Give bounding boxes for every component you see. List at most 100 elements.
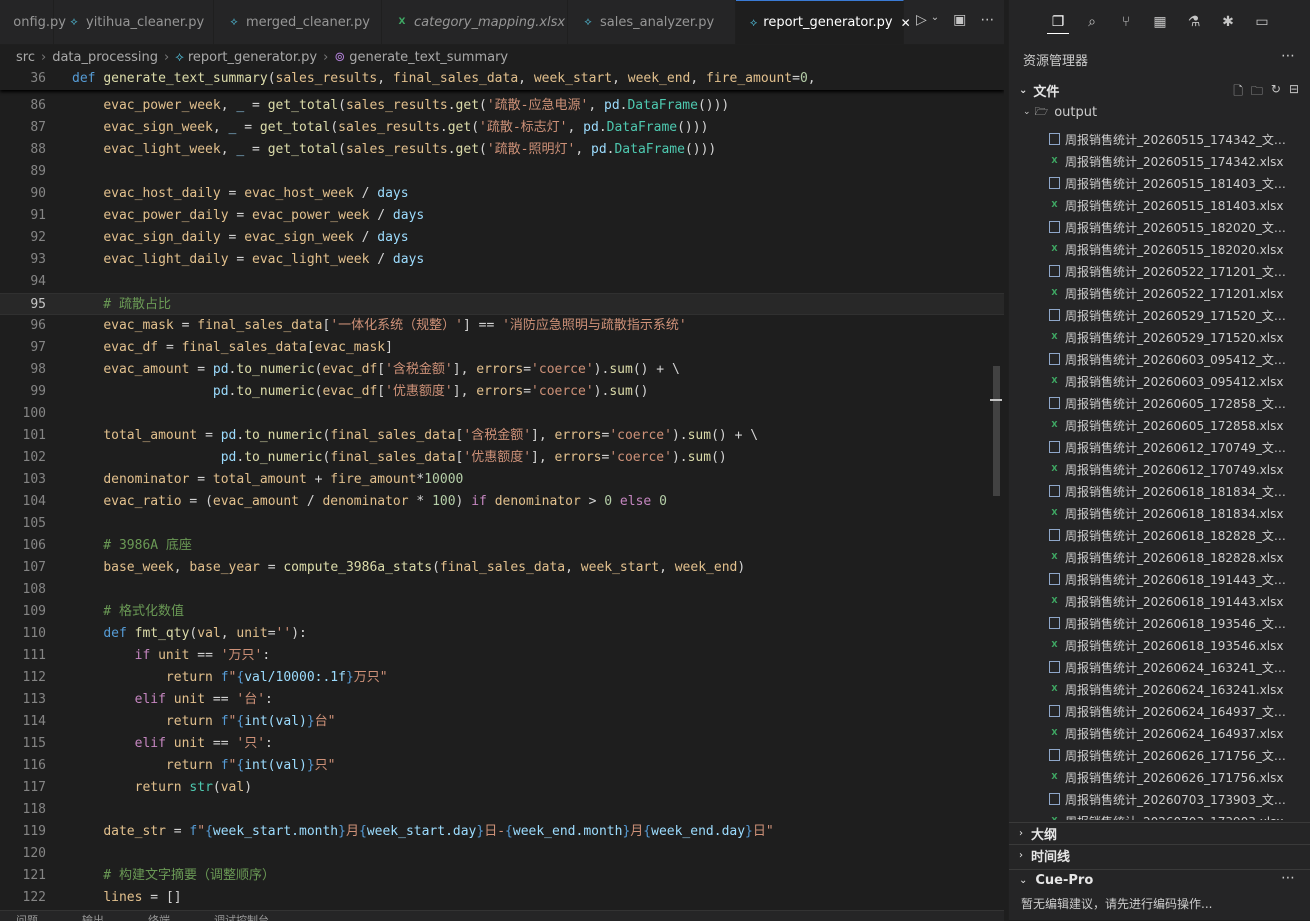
file-list-item[interactable]: 周报销售统计_20260618_182828_文字... (1009, 524, 1310, 546)
code-line[interactable]: 113 elif unit == '台': (0, 689, 1004, 711)
code-line[interactable]: 118 (0, 799, 1004, 821)
code-line[interactable]: 111 if unit == '万只': (0, 645, 1004, 667)
code-line[interactable]: 116 return f"{int(val)}只" (0, 755, 1004, 777)
code-line[interactable]: 121 # 构建文字摘要（调整顺序） (0, 865, 1004, 887)
file-list-item[interactable]: X 周报销售统计_20260522_171201.xlsx (1009, 282, 1310, 304)
code-line[interactable]: 120 (0, 843, 1004, 865)
code-line[interactable]: 98 evac_amount = pd.to_numeric(evac_df['… (0, 359, 1004, 381)
file-list-item[interactable]: 周报销售统计_20260605_172858_文字... (1009, 392, 1310, 414)
file-list-item[interactable]: 周报销售统计_20260515_181403_文字... (1009, 172, 1310, 194)
file-list-item[interactable]: X 周报销售统计_20260618_193546.xlsx (1009, 634, 1310, 656)
refresh-icon[interactable]: ↻ (1271, 82, 1281, 103)
tab-0[interactable]: ⟡onfig.py (0, 0, 66, 44)
code-line[interactable]: 97 evac_df = final_sales_data[evac_mask] (0, 337, 1004, 359)
file-list-item[interactable]: X 周报销售统计_20260626_171756.xlsx (1009, 766, 1310, 788)
code-line[interactable]: 109 # 格式化数值 (0, 601, 1004, 623)
code-line[interactable]: 107 base_week, base_year = compute_3986a… (0, 557, 1004, 579)
code-line[interactable]: 96 evac_mask = final_sales_data['一体化系统（规… (0, 315, 1004, 337)
file-list-item[interactable]: 周报销售统计_20260626_171756_文字... (1009, 744, 1310, 766)
file-list-item[interactable]: X 周报销售统计_20260515_174342.xlsx (1009, 150, 1310, 172)
new-folder-icon[interactable]: 🗀 (1251, 82, 1263, 103)
code-line[interactable]: 36 def generate_text_summary(sales_result… (0, 68, 1004, 90)
file-list-item[interactable]: X 周报销售统计_20260529_171520.xlsx (1009, 326, 1310, 348)
code-line[interactable]: 101 total_amount = pd.to_numeric(final_s… (0, 425, 1004, 447)
code-line[interactable]: 102 pd.to_numeric(final_sales_data['优惠额度… (0, 447, 1004, 469)
code-line[interactable]: 99 pd.to_numeric(evac_df['优惠额度'], errors… (0, 381, 1004, 403)
code-line[interactable]: 103 denominator = total_amount + fire_am… (0, 469, 1004, 491)
code-line[interactable]: 122 lines = [] (0, 887, 1004, 909)
file-list-item[interactable]: X 周报销售统计_20260624_163241.xlsx (1009, 678, 1310, 700)
code-line[interactable]: 112 return f"{val/10000:.1f}万只" (0, 667, 1004, 689)
code-line[interactable]: 90 evac_host_daily = evac_host_week / da… (0, 183, 1004, 205)
file-list-item[interactable]: X 周报销售统计_20260612_170749.xlsx (1009, 458, 1310, 480)
code-line[interactable]: 93 evac_light_daily = evac_light_week / … (0, 249, 1004, 271)
code-line[interactable]: 88 evac_light_week, _ = get_total(sales_… (0, 139, 1004, 161)
code-line[interactable]: 106 # 3986A 底座 (0, 535, 1004, 557)
file-list-item[interactable]: 周报销售统计_20260529_171520_文字... (1009, 304, 1310, 326)
file-list-item[interactable]: 周报销售统计_20260618_193546_文字... (1009, 612, 1310, 634)
file-list-item[interactable]: X 周报销售统计_20260618_181834.xlsx (1009, 502, 1310, 524)
file-list-item[interactable]: X 周报销售统计_20260605_172858.xlsx (1009, 414, 1310, 436)
file-list-item[interactable]: 周报销售统计_20260522_171201_文字... (1009, 260, 1310, 282)
tab-3[interactable]: Xcategory_mapping.xlsx (382, 0, 568, 44)
extensions-icon[interactable]: ▦ (1149, 11, 1171, 33)
source-control-icon[interactable]: ⑂ (1115, 11, 1137, 33)
file-list-item[interactable]: 周报销售统计_20260624_164937_文字... (1009, 700, 1310, 722)
more-icon[interactable]: ⋯ (1281, 870, 1295, 886)
timeline-section-header[interactable]: › 时间线 (1009, 844, 1310, 866)
debug-bug-icon[interactable]: ✱ (1217, 11, 1239, 33)
file-list-item[interactable]: X 周报销售统计_20260703_173903.xlsx (1009, 810, 1310, 821)
explorer-files-icon[interactable]: ❐ (1047, 11, 1069, 34)
code-line[interactable]: 119 date_str = f"{week_start.month}月{wee… (0, 821, 1004, 843)
code-line[interactable]: 92 evac_sign_daily = evac_sign_week / da… (0, 227, 1004, 249)
more-icon[interactable]: ⋯ (1281, 48, 1295, 64)
code-line[interactable]: 114 return f"{int(val)}台" (0, 711, 1004, 733)
file-list-item[interactable]: X 周报销售统计_20260515_182020.xlsx (1009, 238, 1310, 260)
file-list-item[interactable]: 周报销售统计_20260515_182020_文字... (1009, 216, 1310, 238)
code-line[interactable]: 94 (0, 271, 1004, 293)
file-list-item[interactable]: X 周报销售统计_20260603_095412.xlsx (1009, 370, 1310, 392)
file-list-item[interactable]: X 周报销售统计_20260618_182828.xlsx (1009, 546, 1310, 568)
outline-section-header[interactable]: › 大纲 (1009, 822, 1310, 844)
run-icon[interactable]: ▷ (916, 12, 927, 28)
tab-2[interactable]: ⟡ merged_cleaner.py (214, 0, 382, 44)
tab-1[interactable]: ⟡ yitihua_cleaner.py (54, 0, 214, 44)
code-line[interactable]: 86 evac_power_week, _ = get_total(sales_… (0, 95, 1004, 117)
tab-4[interactable]: ⟡ sales_analyzer.py (568, 0, 736, 44)
file-list-item[interactable]: 周报销售统计_20260612_170749_文字... (1009, 436, 1310, 458)
file-list-item[interactable]: X 周报销售统计_20260515_181403.xlsx (1009, 194, 1310, 216)
code-editor[interactable]: 36 def generate_text_summary(sales_result… (0, 68, 1004, 910)
tab-5[interactable]: ⟡ report_generator.py ✕ (736, 0, 911, 44)
search-icon[interactable]: ⌕ (1081, 11, 1103, 33)
code-line[interactable]: 105 (0, 513, 1004, 535)
code-line[interactable]: 110 def fmt_qty(val, unit=''): (0, 623, 1004, 645)
testing-flask-icon[interactable]: ⚗ (1183, 11, 1205, 33)
file-list-item[interactable]: 周报销售统计_20260618_181834_文字... (1009, 480, 1310, 502)
code-line[interactable]: 104 evac_ratio = (evac_amount / denomina… (0, 491, 1004, 513)
code-line[interactable]: 95 # 疏散占比 (0, 293, 1004, 315)
file-list-item[interactable]: 周报销售统计_20260603_095412_文字... (1009, 348, 1310, 370)
chevron-down-icon[interactable]: ⌄ (931, 12, 939, 28)
code-line[interactable]: 117 return str(val) (0, 777, 1004, 799)
file-list-item[interactable]: X 周报销售统计_20260618_191443.xlsx (1009, 590, 1310, 612)
breadcrumb-item-symbol[interactable]: generate_text_summary (349, 50, 508, 65)
editor-scrollbar[interactable] (993, 366, 1000, 496)
folder-output[interactable]: ⌄ 🗁 output (1009, 102, 1310, 122)
cue-pro-section-header[interactable]: ⌄ Cue-Pro (1009, 869, 1310, 891)
breadcrumb-item-src[interactable]: src (16, 50, 35, 65)
remote-monitor-icon[interactable]: ▭ (1251, 11, 1273, 33)
code-line[interactable]: 87 evac_sign_week, _ = get_total(sales_r… (0, 117, 1004, 139)
new-file-icon[interactable]: 🗋 (1233, 82, 1243, 103)
breadcrumb-item-file[interactable]: report_generator.py (188, 50, 317, 65)
code-line[interactable]: 89 (0, 161, 1004, 183)
breadcrumb-item-folder[interactable]: data_processing (52, 50, 158, 65)
code-line[interactable]: 108 (0, 579, 1004, 601)
file-list-item[interactable]: 周报销售统计_20260624_163241_文字... (1009, 656, 1310, 678)
close-icon[interactable]: ✕ (901, 16, 911, 30)
code-line[interactable]: 100 (0, 403, 1004, 425)
file-list-item[interactable]: X 周报销售统计_20260624_164937.xlsx (1009, 722, 1310, 744)
file-list-item[interactable]: 周报销售统计_20260618_191443_文字... (1009, 568, 1310, 590)
file-list-item[interactable]: 周报销售统计_20260515_174342_文字... (1009, 128, 1310, 150)
collapse-all-icon[interactable]: ⊟ (1289, 82, 1299, 103)
split-editor-icon[interactable]: ▣ (953, 12, 966, 28)
